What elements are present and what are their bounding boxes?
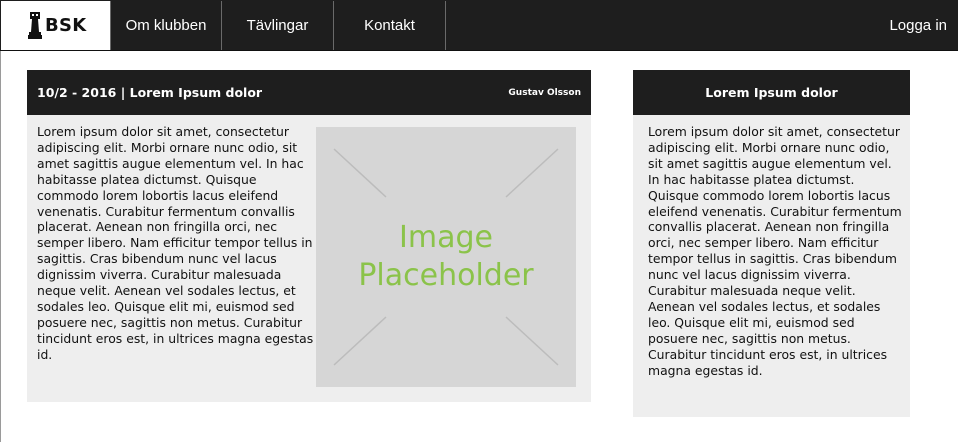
article-body-text: Lorem ipsum dolor sit amet, consectetur … — [37, 124, 314, 362]
news-article: 10/2 - 2016 | Lorem Ipsum dolor Gustav O… — [27, 70, 591, 402]
brand-name: BSK — [45, 15, 87, 36]
placeholder-line-2: Placeholder — [358, 258, 534, 293]
article-header: 10/2 - 2016 | Lorem Ipsum dolor Gustav O… — [27, 70, 591, 115]
sidebar-body-text: Lorem ipsum dolor sit amet, consectetur … — [648, 124, 902, 378]
page-left-border — [0, 51, 1, 442]
chess-rook-icon — [28, 11, 42, 39]
nav-item-om-klubben[interactable]: Om klubben — [110, 1, 222, 50]
login-link[interactable]: Logga in — [889, 1, 947, 50]
nav-item-kontakt[interactable]: Kontakt — [334, 1, 446, 50]
placeholder-label: Image Placeholder — [316, 127, 576, 387]
article-title: 10/2 - 2016 | Lorem Ipsum dolor — [37, 85, 263, 100]
top-navbar: BSK Om klubben Tävlingar Kontakt Logga i… — [0, 0, 958, 51]
sidebar-title: Lorem Ipsum dolor — [633, 70, 910, 115]
article-author: Gustav Olsson — [508, 87, 581, 98]
placeholder-line-1: Image — [399, 220, 493, 255]
sidebar-panel: Lorem Ipsum dolor Lorem ipsum dolor sit … — [633, 70, 910, 417]
nav-item-tavlingar[interactable]: Tävlingar — [222, 1, 334, 50]
image-placeholder: Image Placeholder — [316, 127, 576, 387]
brand-logo-link[interactable]: BSK — [1, 1, 110, 50]
